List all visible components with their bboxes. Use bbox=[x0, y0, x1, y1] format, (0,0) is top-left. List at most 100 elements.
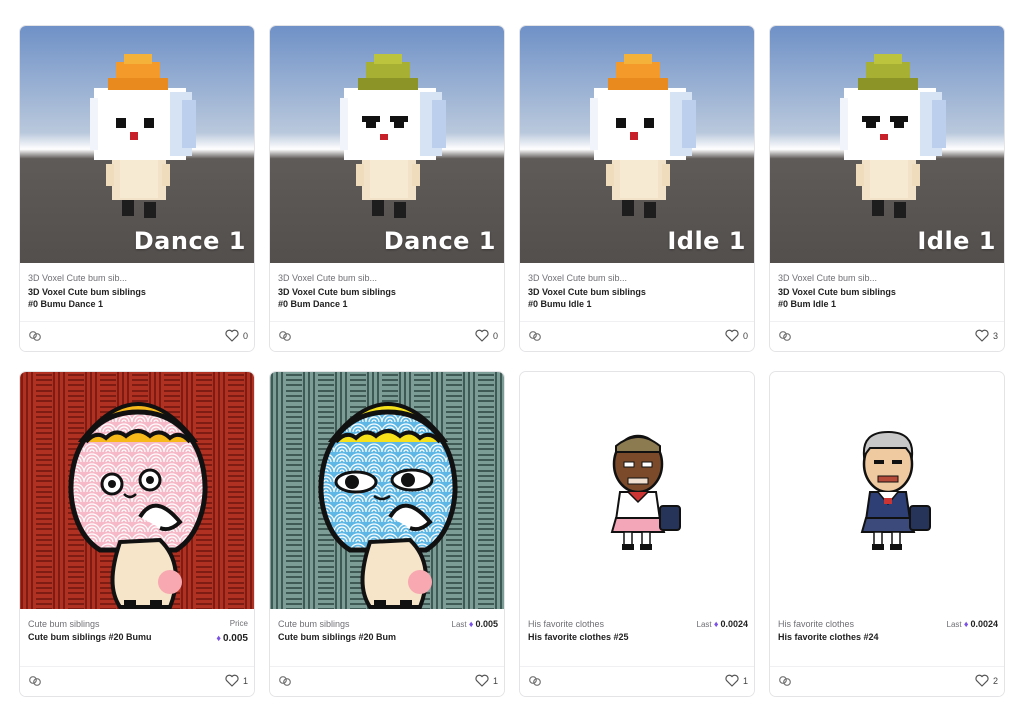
card-footer: 0 bbox=[20, 321, 254, 351]
favorite-count: 0 bbox=[492, 330, 498, 341]
animation-label: Dance 1 bbox=[133, 227, 246, 255]
card-info: 3D Voxel Cute bum sib... 3D Voxel Cute b… bbox=[270, 263, 504, 323]
link-icon[interactable] bbox=[278, 330, 292, 342]
nft-image[interactable] bbox=[520, 372, 754, 609]
animation-label: Idle 1 bbox=[667, 227, 746, 255]
nft-card[interactable]: His favorite clothes His favorite clothe… bbox=[769, 371, 1005, 697]
nft-image[interactable]: Dance 1 bbox=[270, 26, 504, 263]
favorite-button[interactable]: 2 bbox=[975, 674, 998, 687]
favorite-button[interactable]: 0 bbox=[225, 329, 248, 342]
card-info: 3D Voxel Cute bum sib... 3D Voxel Cute b… bbox=[20, 263, 254, 323]
nft-title[interactable]: 3D Voxel Cute bum siblings #0 Bum Idle 1 bbox=[778, 286, 928, 310]
nft-card[interactable]: Idle 1 3D Voxel Cute bum sib... 3D Voxel… bbox=[769, 25, 1005, 352]
nft-title-line2: #0 Bumu Dance 1 bbox=[28, 299, 104, 309]
card-footer: 3 bbox=[770, 321, 1004, 351]
card-info: 3D Voxel Cute bum sib... 3D Voxel Cute b… bbox=[520, 263, 754, 323]
price-value: ♦ 0.005 bbox=[216, 633, 248, 644]
link-icon[interactable] bbox=[28, 675, 42, 687]
heart-icon bbox=[475, 329, 489, 342]
last-sale-line: Last ♦ 0.0024 bbox=[696, 619, 748, 629]
nft-title[interactable]: 3D Voxel Cute bum siblings #0 Bumu Dance… bbox=[28, 286, 178, 310]
last-sale-line: Last ♦ 0.0024 bbox=[946, 619, 998, 629]
favorite-count: 2 bbox=[992, 675, 998, 686]
nft-title[interactable]: His favorite clothes #25 bbox=[528, 631, 668, 643]
nft-image[interactable]: Idle 1 bbox=[770, 26, 1004, 263]
nft-title-line2: #0 Bum Idle 1 bbox=[778, 299, 837, 309]
nft-card[interactable]: Cute bum siblings Cute bum siblings #20 … bbox=[19, 371, 255, 697]
heart-icon bbox=[725, 674, 739, 687]
nft-title-line2: #0 Bum Dance 1 bbox=[278, 299, 348, 309]
nft-image[interactable]: Dance 1 bbox=[20, 26, 254, 263]
heart-icon bbox=[725, 329, 739, 342]
nft-card[interactable]: His favorite clothes His favorite clothe… bbox=[519, 371, 755, 697]
card-footer: 1 bbox=[270, 666, 504, 696]
nft-card[interactable]: Idle 1 3D Voxel Cute bum sib... 3D Voxel… bbox=[519, 25, 755, 352]
favorite-count: 1 bbox=[742, 675, 748, 686]
link-icon[interactable] bbox=[528, 330, 542, 342]
card-info: Cute bum siblings Cute bum siblings #20 … bbox=[20, 609, 254, 669]
collection-name[interactable]: 3D Voxel Cute bum sib... bbox=[28, 273, 127, 283]
schoolgirl-character-image bbox=[770, 372, 1004, 609]
animation-label: Dance 1 bbox=[383, 227, 496, 255]
link-icon[interactable] bbox=[278, 675, 292, 687]
nft-title[interactable]: 3D Voxel Cute bum siblings #0 Bum Dance … bbox=[278, 286, 428, 310]
favorite-count: 0 bbox=[742, 330, 748, 341]
collection-name[interactable]: 3D Voxel Cute bum sib... bbox=[528, 273, 627, 283]
favorite-button[interactable]: 0 bbox=[475, 329, 498, 342]
schoolgirl-character-image bbox=[520, 372, 754, 609]
collection-name[interactable]: 3D Voxel Cute bum sib... bbox=[278, 273, 377, 283]
heart-icon bbox=[475, 674, 489, 687]
last-sale-line: Last ♦ 0.005 bbox=[451, 619, 498, 629]
collection-name[interactable]: 3D Voxel Cute bum sib... bbox=[778, 273, 877, 283]
heart-icon bbox=[975, 329, 989, 342]
nft-image[interactable] bbox=[270, 372, 504, 609]
collection-name[interactable]: His favorite clothes bbox=[778, 619, 854, 629]
favorite-button[interactable]: 0 bbox=[725, 329, 748, 342]
nft-title-line1: 3D Voxel Cute bum siblings bbox=[28, 287, 146, 297]
nft-image[interactable] bbox=[770, 372, 1004, 609]
favorite-button[interactable]: 1 bbox=[225, 674, 248, 687]
favorite-count: 3 bbox=[992, 330, 998, 341]
nft-card[interactable]: Dance 1 3D Voxel Cute bum sib... 3D Voxe… bbox=[19, 25, 255, 352]
nft-title-line1: 3D Voxel Cute bum siblings bbox=[778, 287, 896, 297]
ethereum-icon: ♦ bbox=[963, 619, 969, 629]
favorite-count: 0 bbox=[242, 330, 248, 341]
collection-name[interactable]: Cute bum siblings bbox=[28, 619, 100, 629]
last-sale: Last ♦ 0.0024 bbox=[947, 619, 998, 629]
card-info: His favorite clothes His favorite clothe… bbox=[520, 609, 754, 669]
card-footer: 1 bbox=[20, 666, 254, 696]
favorite-count: 1 bbox=[492, 675, 498, 686]
collection-name[interactable]: His favorite clothes bbox=[528, 619, 604, 629]
nft-title-line1: 3D Voxel Cute bum siblings bbox=[528, 287, 646, 297]
heart-icon bbox=[975, 674, 989, 687]
last-sale: Last ♦ 0.005 bbox=[452, 619, 498, 629]
favorite-count: 1 bbox=[242, 675, 248, 686]
ethereum-icon: ♦ bbox=[713, 619, 719, 629]
card-info: Cute bum siblings Cute bum siblings #20 … bbox=[270, 609, 504, 669]
collection-name[interactable]: Cute bum siblings bbox=[278, 619, 350, 629]
bum-character-image bbox=[20, 372, 254, 609]
ethereum-icon: ♦ bbox=[216, 633, 221, 643]
favorite-button[interactable]: 1 bbox=[475, 674, 498, 687]
nft-title-line1: 3D Voxel Cute bum siblings bbox=[278, 287, 396, 297]
animation-label: Idle 1 bbox=[917, 227, 996, 255]
favorite-button[interactable]: 1 bbox=[725, 674, 748, 687]
link-icon[interactable] bbox=[778, 675, 792, 687]
ethereum-icon: ♦ bbox=[468, 619, 474, 629]
nft-title[interactable]: His favorite clothes #24 bbox=[778, 631, 918, 643]
heart-icon bbox=[225, 674, 239, 687]
price-label: Price bbox=[229, 619, 248, 628]
nft-title[interactable]: Cute bum siblings #20 Bum bbox=[278, 631, 418, 643]
nft-image[interactable]: Idle 1 bbox=[520, 26, 754, 263]
nft-title[interactable]: Cute bum siblings #20 Bumu bbox=[28, 631, 168, 643]
nft-card[interactable]: Cute bum siblings Cute bum siblings #20 … bbox=[269, 371, 505, 697]
favorite-button[interactable]: 3 bbox=[975, 329, 998, 342]
nft-title[interactable]: 3D Voxel Cute bum siblings #0 Bumu Idle … bbox=[528, 286, 678, 310]
link-icon[interactable] bbox=[28, 330, 42, 342]
nft-image[interactable] bbox=[20, 372, 254, 609]
card-info: 3D Voxel Cute bum sib... 3D Voxel Cute b… bbox=[770, 263, 1004, 323]
link-icon[interactable] bbox=[778, 330, 792, 342]
nft-card[interactable]: Dance 1 3D Voxel Cute bum sib... 3D Voxe… bbox=[269, 25, 505, 352]
link-icon[interactable] bbox=[528, 675, 542, 687]
heart-icon bbox=[225, 329, 239, 342]
